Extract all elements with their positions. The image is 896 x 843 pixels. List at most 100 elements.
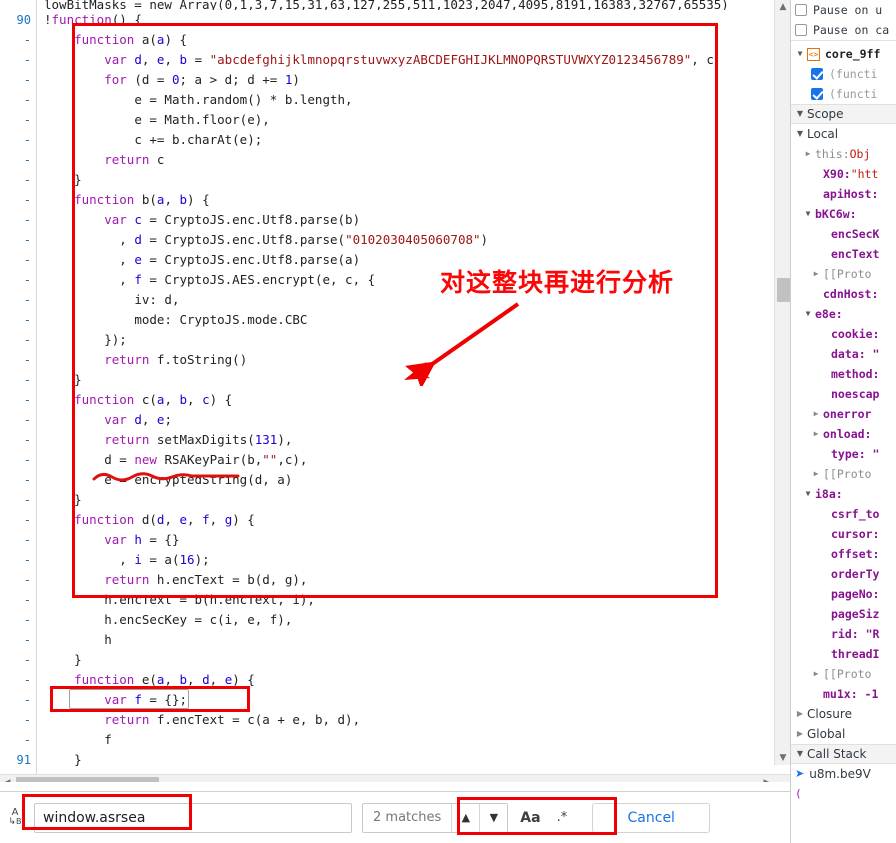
- horizontal-scrollbar-thumb[interactable]: [16, 777, 159, 782]
- vertical-scrollbar-thumb[interactable]: [777, 278, 790, 302]
- line-number[interactable]: -: [0, 470, 36, 490]
- case-transform-icon[interactable]: A ↳B: [0, 798, 30, 838]
- scope-property-row[interactable]: apiHost:: [791, 184, 896, 204]
- scope-property-row[interactable]: ▼ bKC6w:: [791, 204, 896, 224]
- code-line[interactable]: iv: d,: [38, 290, 773, 310]
- code-line[interactable]: e = encryptedString(d, a): [38, 470, 773, 490]
- scope-property-row[interactable]: data: ": [791, 344, 896, 364]
- scroll-left-arrow-icon[interactable]: ◀: [0, 775, 14, 783]
- scope-property-row[interactable]: X90: "htt: [791, 164, 896, 184]
- chevron-down-icon[interactable]: ▼: [479, 803, 508, 832]
- scope-property-row[interactable]: pageSiz: [791, 604, 896, 624]
- code-line[interactable]: mode: CryptoJS.mode.CBC: [38, 310, 773, 330]
- scope-property-row[interactable]: ▶ [[Proto: [791, 264, 896, 284]
- code-line[interactable]: }: [38, 370, 773, 390]
- scope-closure-row[interactable]: ▶ Closure: [791, 704, 896, 724]
- line-number[interactable]: -: [0, 650, 36, 670]
- line-number[interactable]: -: [0, 30, 36, 50]
- line-number[interactable]: -: [0, 530, 36, 550]
- scope-property-row[interactable]: encSecK: [791, 224, 896, 244]
- scope-section-header[interactable]: ▼ Scope: [791, 104, 896, 124]
- chevron-down-icon[interactable]: ▼: [803, 204, 813, 224]
- line-number[interactable]: -: [0, 90, 36, 110]
- line-number[interactable]: -: [0, 510, 36, 530]
- line-number[interactable]: -: [0, 330, 36, 350]
- chevron-right-icon[interactable]: ▶: [803, 144, 813, 164]
- code-line[interactable]: function a(a) {: [38, 30, 773, 50]
- scope-local-row[interactable]: ▼ Local: [791, 124, 896, 144]
- code-line[interactable]: c += b.charAt(e);: [38, 130, 773, 150]
- code-line[interactable]: function b(a, b) {: [38, 190, 773, 210]
- code-line[interactable]: h.encText = b(h.encText, i),: [38, 590, 773, 610]
- line-number[interactable]: -: [0, 270, 36, 290]
- pause-on-caught-checkbox[interactable]: [795, 24, 807, 36]
- line-number[interactable]: -: [0, 390, 36, 410]
- line-number[interactable]: 91: [0, 750, 36, 770]
- code-line[interactable]: , d = CryptoJS.enc.Utf8.parse("010203040…: [38, 230, 773, 250]
- code-line[interactable]: function c(a, b, c) {: [38, 390, 773, 410]
- scope-property-row[interactable]: ▼ i8a:: [791, 484, 896, 504]
- code-line[interactable]: var d, e, b = "abcdefghijklmnopqrstuvwxy…: [38, 50, 773, 70]
- scope-property-row[interactable]: csrf_to: [791, 504, 896, 524]
- scope-property-row[interactable]: cookie:: [791, 324, 896, 344]
- call-stack-frame[interactable]: ➤ u8m.be9V: [791, 764, 896, 784]
- cancel-button[interactable]: Cancel: [592, 802, 711, 833]
- code-line[interactable]: return h.encText = b(d, g),: [38, 570, 773, 590]
- code-line[interactable]: }: [38, 170, 773, 190]
- code-line[interactable]: function e(a, b, d, e) {: [38, 670, 773, 690]
- code-line[interactable]: h: [38, 630, 773, 650]
- line-number[interactable]: -: [0, 50, 36, 70]
- chevron-right-icon[interactable]: ▶: [811, 664, 821, 684]
- scope-property-row[interactable]: encText: [791, 244, 896, 264]
- line-number[interactable]: -: [0, 370, 36, 390]
- code-line[interactable]: function d(d, e, f, g) {: [38, 510, 773, 530]
- code-line[interactable]: , i = a(16);: [38, 550, 773, 570]
- line-number[interactable]: -: [0, 690, 36, 710]
- chevron-down-icon[interactable]: ▼: [803, 304, 813, 324]
- line-number[interactable]: -: [0, 170, 36, 190]
- line-number[interactable]: -: [0, 730, 36, 750]
- line-number[interactable]: -: [0, 350, 36, 370]
- code-line[interactable]: var c = CryptoJS.enc.Utf8.parse(b): [38, 210, 773, 230]
- scope-property-row[interactable]: cdnHost:: [791, 284, 896, 304]
- code-line[interactable]: , f = CryptoJS.AES.encrypt(e, c, {: [38, 270, 773, 290]
- line-number[interactable]: -: [0, 290, 36, 310]
- chevron-right-icon[interactable]: ▶: [811, 424, 821, 444]
- scroll-up-arrow-icon[interactable]: ▲: [775, 0, 790, 14]
- scroll-right-arrow-icon[interactable]: ▶: [760, 775, 774, 783]
- code-line[interactable]: });: [38, 330, 773, 350]
- scope-property-row[interactable]: ▶ onload:: [791, 424, 896, 444]
- vertical-scrollbar[interactable]: ▲ ▼: [774, 0, 790, 765]
- scope-property-row[interactable]: mu1x: -1: [791, 684, 896, 704]
- pause-on-caught-row[interactable]: Pause on ca: [791, 20, 896, 40]
- code-line[interactable]: , e = CryptoJS.enc.Utf8.parse(a): [38, 250, 773, 270]
- line-number[interactable]: -: [0, 670, 36, 690]
- chevron-right-icon[interactable]: ▶: [811, 404, 821, 424]
- chevron-down-icon[interactable]: ▼: [795, 124, 805, 144]
- call-stack-section-header[interactable]: ▼ Call Stack: [791, 744, 896, 764]
- line-number[interactable]: -: [0, 590, 36, 610]
- line-number[interactable]: -: [0, 210, 36, 230]
- line-number[interactable]: -: [0, 630, 36, 650]
- code-line[interactable]: return f.encText = c(a + e, b, d),: [38, 710, 773, 730]
- code-line[interactable]: var h = {}: [38, 530, 773, 550]
- scope-property-row[interactable]: ▶ onerror: [791, 404, 896, 424]
- chevron-up-icon[interactable]: ▲: [451, 803, 480, 832]
- line-number[interactable]: -: [0, 110, 36, 130]
- scope-property-row[interactable]: ▼ e8e:: [791, 304, 896, 324]
- pause-on-uncaught-checkbox[interactable]: [795, 4, 807, 16]
- match-case-button[interactable]: Aa: [520, 810, 540, 826]
- find-bar[interactable]: A ↳B 2 matches ▲ ▼ Aa .* Cancel: [0, 791, 790, 843]
- breakpoint-enabled-checkbox[interactable]: [811, 68, 823, 80]
- line-number[interactable]: -: [0, 70, 36, 90]
- regex-button[interactable]: .*: [557, 810, 568, 825]
- line-number[interactable]: -: [0, 550, 36, 570]
- scope-property-row[interactable]: noescap: [791, 384, 896, 404]
- chevron-right-icon[interactable]: ▶: [795, 724, 805, 744]
- line-number[interactable]: -: [0, 250, 36, 270]
- code-line[interactable]: !function() {: [38, 10, 773, 30]
- breakpoint-file-group[interactable]: ▼ <> core_9ff: [791, 44, 896, 64]
- code-line[interactable]: h.encSecKey = c(i, e, f),: [38, 610, 773, 630]
- scope-property-row[interactable]: offset:: [791, 544, 896, 564]
- chevron-down-icon[interactable]: ▼: [803, 484, 813, 504]
